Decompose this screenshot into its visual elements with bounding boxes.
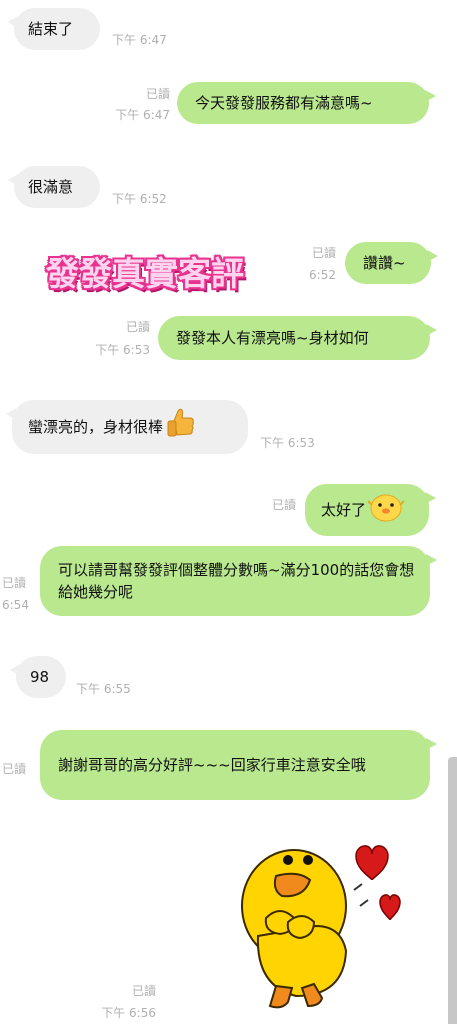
watermark-logo: 發發真實客評 [46, 254, 244, 293]
message-bubble-outgoing[interactable]: 太好了 [305, 484, 436, 536]
message-bubble-incoming[interactable]: 98 [10, 656, 66, 698]
scrollbar[interactable] [448, 757, 457, 1024]
message-text: 發發本人有漂亮嗎~身材如何 [176, 329, 369, 347]
message-text: 太好了 [321, 501, 367, 519]
message-text: 謝謝哥哥的高分好評~~~回家行車注意安全哦 [58, 756, 366, 774]
message-bubble-incoming[interactable]: 結束了 [8, 8, 100, 50]
sally-chick-sticker-icon[interactable] [236, 826, 422, 1012]
message-time: 下午 6:53 [95, 343, 150, 357]
message-bubble-outgoing[interactable]: 可以請哥幫發發評個整體分數嗎~滿分100的話您會想給她幾分呢 [40, 546, 437, 616]
read-receipt: 已讀 [2, 576, 27, 590]
chick-emoji-icon [367, 491, 405, 529]
message-bubble-outgoing[interactable]: 讚讚~ [345, 242, 438, 284]
message-text: 很滿意 [28, 178, 74, 196]
message-text: 可以請哥幫發發評個整體分數嗎~滿分100的話您會想給她幾分呢 [58, 561, 415, 601]
message-time: 下午 6:47 [112, 33, 167, 47]
message-bubble-outgoing[interactable]: 發發本人有漂亮嗎~身材如何 [158, 316, 437, 360]
message-bubble-outgoing[interactable]: 謝謝哥哥的高分好評~~~回家行車注意安全哦 [40, 730, 437, 800]
read-receipt: 已讀 [145, 87, 170, 101]
message-time: 下午 6:56 [101, 1006, 156, 1020]
read-receipt: 已讀 [2, 762, 27, 776]
message-text: 讚讚~ [363, 254, 406, 272]
read-receipt: 已讀 [311, 246, 336, 260]
message-text: 結束了 [28, 20, 74, 38]
read-receipt: 已讀 [125, 320, 150, 334]
message-text: 蠻漂亮的，身材很棒 [28, 418, 164, 436]
message-time: 6:52 [309, 268, 336, 282]
thumbs-up-icon [165, 407, 195, 447]
read-receipt: 已讀 [131, 984, 156, 998]
message-time: 下午 6:47 [115, 108, 170, 122]
message-bubble-incoming[interactable]: 很滿意 [8, 166, 100, 208]
message-bubble-outgoing[interactable]: 今天發發服務都有滿意嗎~ [177, 82, 436, 124]
message-text: 今天發發服務都有滿意嗎~ [195, 94, 373, 112]
message-time: 6:54 [2, 598, 29, 612]
message-bubble-incoming[interactable]: 蠻漂亮的，身材很棒 [6, 400, 248, 454]
message-text: 98 [30, 668, 50, 686]
read-receipt: 已讀 [271, 498, 296, 512]
message-time: 下午 6:53 [260, 436, 315, 450]
message-time: 下午 6:55 [76, 682, 131, 696]
message-time: 下午 6:52 [112, 192, 167, 206]
